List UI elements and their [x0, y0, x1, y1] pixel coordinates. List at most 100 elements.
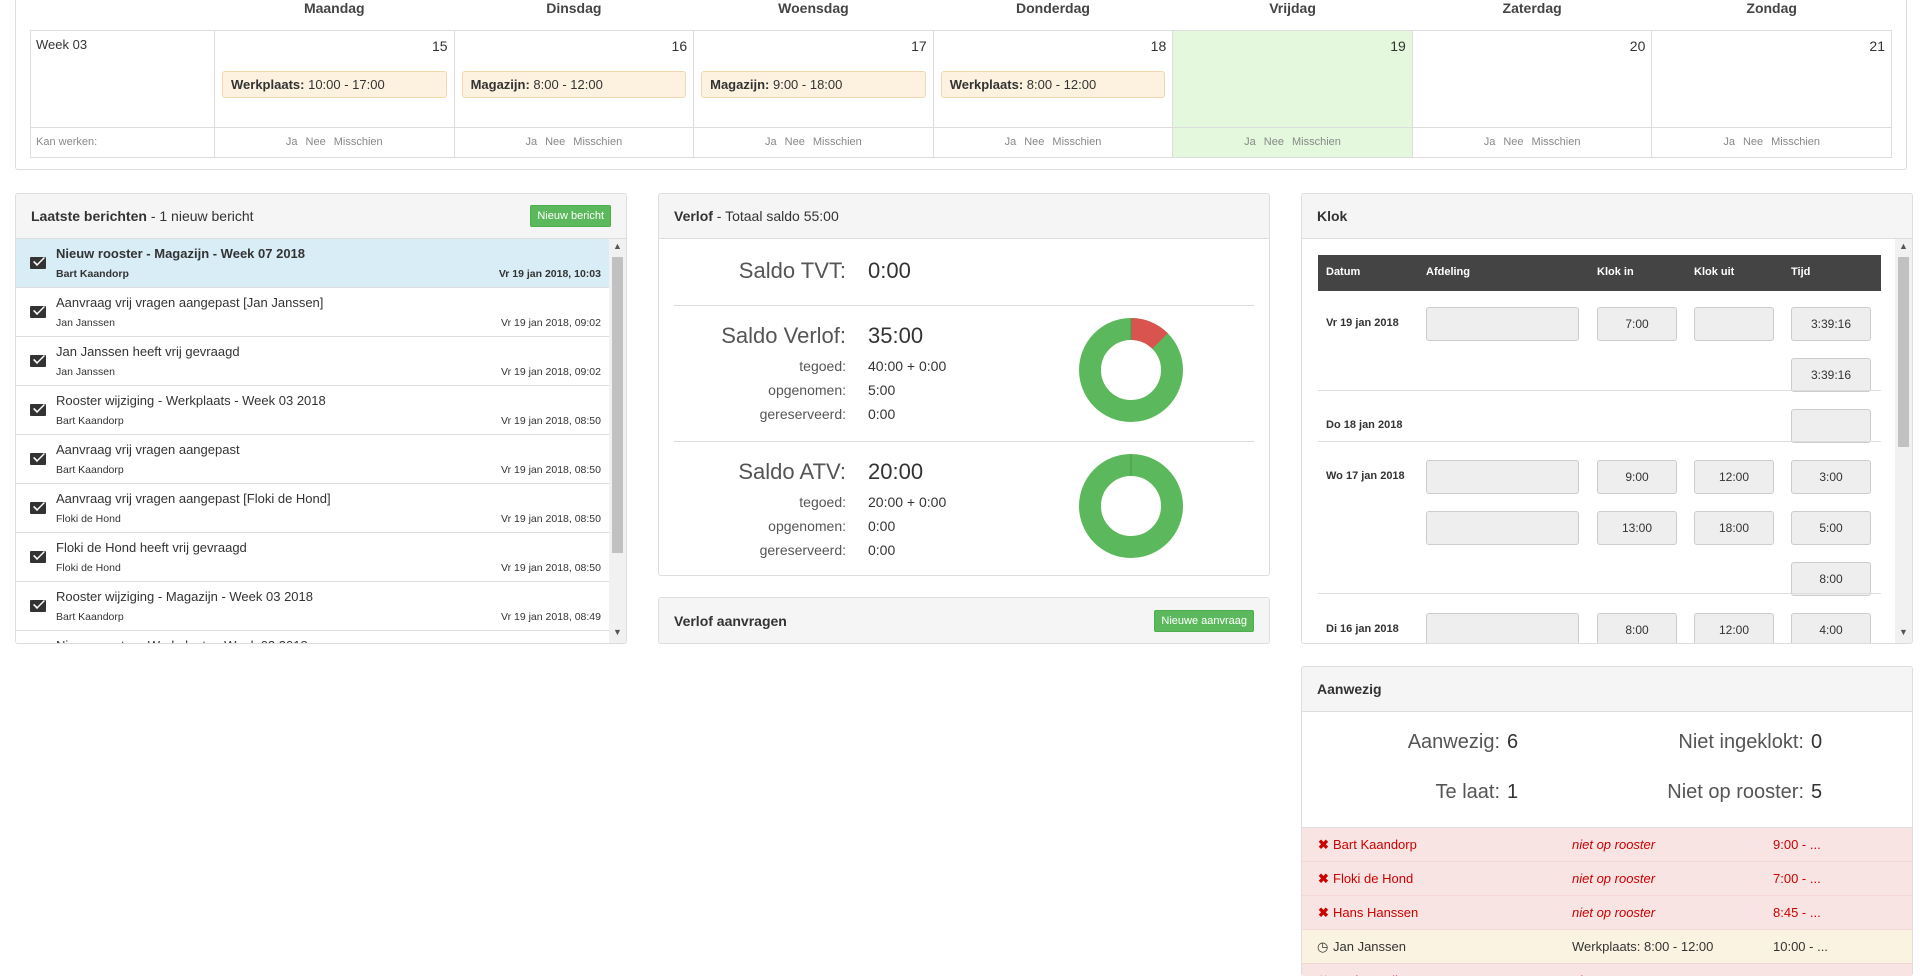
klok-in-field[interactable]: 13:00: [1597, 511, 1677, 545]
day-cell[interactable]: 17 Magazijn: 9:00 - 18:00: [693, 29, 934, 128]
message-item[interactable]: Rooster wijziging - Werkplaats - Week 03…: [16, 386, 609, 435]
klok-tijd-field[interactable]: 3:39:16: [1791, 307, 1871, 341]
person-row[interactable]: ◷ Jan Janssen Werkplaats: 8:00 - 12:00 10:0…: [1302, 930, 1912, 964]
option-nee[interactable]: Nee: [545, 136, 565, 148]
envelope-icon: [30, 600, 46, 612]
scroll-down-icon[interactable]: ▼: [609, 627, 626, 641]
message-item[interactable]: Rooster wijziging - Magazijn - Week 03 2…: [16, 582, 609, 631]
person-time: 7:00 - ...: [1773, 871, 1821, 886]
availability-options: Ja Nee Misschien: [1172, 126, 1413, 158]
day-cell[interactable]: 21: [1651, 29, 1892, 128]
option-misschien[interactable]: Misschien: [1292, 136, 1341, 148]
klok-afdeling-field[interactable]: [1426, 460, 1579, 494]
shift-block[interactable]: Magazijn: 8:00 - 12:00: [461, 70, 687, 98]
day-cell[interactable]: 18 Werkplaats: 8:00 - 12:00: [932, 29, 1174, 128]
message-title: Nieuw rooster - Werkplaats - Week 03 201…: [56, 638, 609, 643]
option-nee[interactable]: Nee: [306, 136, 326, 148]
option-misschien[interactable]: Misschien: [1771, 136, 1820, 148]
option-ja[interactable]: Ja: [1723, 136, 1735, 148]
scroll-thumb[interactable]: [1898, 257, 1909, 447]
verlof-subtitle: - Totaal saldo 55:00: [712, 208, 839, 224]
option-misschien[interactable]: Misschien: [573, 136, 622, 148]
option-nee[interactable]: Nee: [1503, 136, 1523, 148]
person-row[interactable]: ✖ Bart Kaandorp niet op rooster 9:00 - ...: [1302, 828, 1912, 862]
message-title: Jan Janssen heeft vrij gevraagd: [56, 344, 240, 359]
klok-tijd-field[interactable]: 5:00: [1791, 511, 1871, 545]
shift-time: 10:00 - 17:00: [308, 76, 385, 92]
klok-afdeling-field[interactable]: [1426, 511, 1579, 545]
scroll-up-icon[interactable]: ▲: [1895, 241, 1912, 255]
messages-scrollbar[interactable]: ▲ ▼: [609, 239, 626, 643]
day-cell-today[interactable]: 19: [1172, 29, 1413, 128]
shift-dept: Magazijn:: [710, 76, 770, 92]
saldo-tvt-value: 0:00: [868, 258, 911, 283]
day-cell[interactable]: 16 Magazijn: 8:00 - 12:00: [453, 29, 695, 128]
option-nee[interactable]: Nee: [1024, 136, 1044, 148]
scroll-up-icon[interactable]: ▲: [609, 241, 626, 255]
option-ja[interactable]: Ja: [286, 136, 298, 148]
option-nee[interactable]: Nee: [1264, 136, 1284, 148]
klok-out-field[interactable]: 18:00: [1694, 511, 1774, 545]
option-ja[interactable]: Ja: [1005, 136, 1017, 148]
message-item[interactable]: Nieuw rooster - Werkplaats - Week 03 201…: [16, 631, 609, 643]
shift-block[interactable]: Werkplaats: 10:00 - 17:00: [222, 70, 447, 98]
klok-in-field[interactable]: 9:00: [1597, 460, 1677, 494]
messages-header: Laatste berichten - 1 nieuw bericht Nieu…: [16, 194, 626, 239]
klok-out-field[interactable]: 12:00: [1694, 460, 1774, 494]
message-item[interactable]: Aanvraag vrij vragen aangepast Bart Kaand…: [16, 435, 609, 484]
message-item[interactable]: Nieuw rooster - Magazijn - Week 07 2018 B…: [16, 239, 609, 288]
person-row[interactable]: ✖ Floki de Hond niet op rooster 7:00 - ...: [1302, 862, 1912, 896]
option-ja[interactable]: Ja: [525, 136, 537, 148]
option-misschien[interactable]: Misschien: [1532, 136, 1581, 148]
option-ja[interactable]: Ja: [1244, 136, 1256, 148]
message-item[interactable]: Aanvraag vrij vragen aangepast [Jan Jans…: [16, 288, 609, 337]
option-ja[interactable]: Ja: [765, 136, 777, 148]
saldo-verlof-label: Saldo Verlof:: [721, 323, 846, 348]
day-cell[interactable]: 15 Werkplaats: 10:00 - 17:00: [214, 29, 455, 128]
klok-tijd-field[interactable]: 4:00: [1791, 613, 1871, 643]
person-row[interactable]: ✖Kevin Konijnniet op rooster9:13 - ...: [1302, 964, 1912, 976]
shift-block[interactable]: Magazijn: 9:00 - 18:00: [701, 70, 926, 98]
col-datum: Datum: [1326, 266, 1361, 278]
option-misschien[interactable]: Misschien: [813, 136, 862, 148]
klok-tijd-field[interactable]: 3:00: [1791, 460, 1871, 494]
klok-out-field[interactable]: [1694, 307, 1774, 341]
verlof-panel: Verlof - Totaal saldo 55:00 Saldo TVT: 0…: [658, 193, 1270, 576]
opgenomen-value: 5:00: [868, 382, 896, 398]
shift-block[interactable]: Werkplaats: 8:00 - 12:00: [940, 70, 1166, 98]
klok-in-field[interactable]: 7:00: [1597, 307, 1677, 341]
niet-op-rooster-label: Niet op rooster:: [1667, 781, 1804, 803]
klok-scrollbar[interactable]: ▲ ▼: [1895, 239, 1912, 643]
aanwezig-header: Aanwezig: [1302, 667, 1912, 712]
new-message-button[interactable]: Nieuw bericht: [530, 205, 611, 227]
klok-in-field[interactable]: 8:00: [1597, 613, 1677, 643]
klok-tijd-field[interactable]: 8:00: [1791, 562, 1871, 596]
envelope-icon: [30, 306, 46, 318]
klok-tijd-field[interactable]: [1791, 409, 1871, 443]
option-nee[interactable]: Nee: [785, 136, 805, 148]
option-nee[interactable]: Nee: [1743, 136, 1763, 148]
gereserveerd-label: gereserveerd:: [759, 406, 846, 422]
person-time: 10:00 - ...: [1773, 939, 1828, 954]
option-misschien[interactable]: Misschien: [1052, 136, 1101, 148]
scroll-thumb[interactable]: [612, 257, 623, 553]
person-row[interactable]: ✖ Hans Hanssen niet op rooster 8:45 - ...: [1302, 896, 1912, 930]
availability-options: Ja Nee Misschien: [1651, 126, 1892, 158]
message-sender: Jan Janssen: [56, 366, 115, 378]
message-item[interactable]: Floki de Hond heeft vrij gevraagd Floki d…: [16, 533, 609, 582]
message-item[interactable]: Aanvraag vrij vragen aangepast [Floki de…: [16, 484, 609, 533]
verlof-aanvragen-header: Verlof aanvragen Nieuwe aanvraag: [659, 598, 1269, 643]
day-cell[interactable]: 20: [1411, 29, 1653, 128]
message-date: Vr 19 jan 2018, 08:50: [500, 513, 601, 525]
scroll-down-icon[interactable]: ▼: [1895, 627, 1912, 641]
klok-out-field[interactable]: 12:00: [1694, 613, 1774, 643]
klok-afdeling-field[interactable]: [1426, 613, 1579, 643]
klok-afdeling-field[interactable]: [1426, 307, 1579, 341]
klok-tijd-field[interactable]: 3:39:16: [1791, 358, 1871, 392]
person-status: niet op rooster: [1572, 837, 1656, 852]
option-ja[interactable]: Ja: [1484, 136, 1496, 148]
option-misschien[interactable]: Misschien: [334, 136, 383, 148]
message-title: Aanvraag vrij vragen aangepast [Jan Jans…: [56, 295, 324, 310]
message-item[interactable]: Jan Janssen heeft vrij gevraagd Jan Janss…: [16, 337, 609, 386]
new-request-button[interactable]: Nieuwe aanvraag: [1154, 609, 1254, 632]
